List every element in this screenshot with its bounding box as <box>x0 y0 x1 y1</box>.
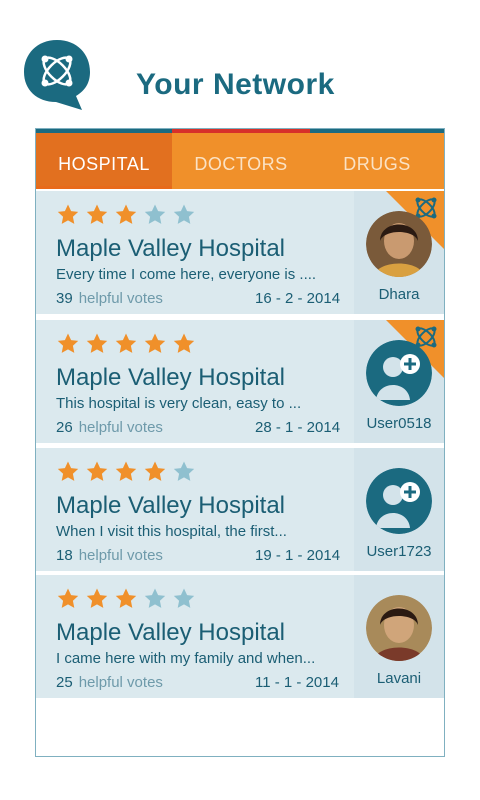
avatar-placeholder-icon[interactable] <box>366 468 432 534</box>
review-snippet: This hospital is very clean, easy to ... <box>56 395 302 412</box>
avatar[interactable] <box>366 211 432 277</box>
votes-label: helpful votes <box>78 290 163 307</box>
page-title: Your Network <box>136 68 335 101</box>
star-filled-icon <box>86 461 108 481</box>
tab-hospital[interactable]: HOSPITAL <box>36 133 172 189</box>
star-filled-icon <box>144 333 166 353</box>
star-empty-icon <box>173 461 195 481</box>
reviews-panel: HOSPITAL DOCTORS DRUGS Maple Valley Hosp… <box>35 128 445 757</box>
tab-doctors[interactable]: DOCTORS <box>172 133 310 189</box>
vote-count: 39 <box>56 290 73 307</box>
review-date: 11 - 1 - 2014 <box>255 674 339 691</box>
star-empty-icon <box>144 588 166 608</box>
votes-label: helpful votes <box>78 547 163 564</box>
hospital-name: Maple Valley Hospital <box>56 619 285 646</box>
rating-stars <box>56 203 201 227</box>
tab-bar: HOSPITAL DOCTORS DRUGS <box>36 129 444 189</box>
network-chat-icon <box>24 40 90 110</box>
hospital-name: Maple Valley Hospital <box>56 364 285 391</box>
votes-label: helpful votes <box>78 674 163 691</box>
helpful-votes: 39 helpful votes <box>56 290 163 307</box>
rating-stars <box>56 332 201 356</box>
vote-count: 26 <box>56 419 73 436</box>
votes-label: helpful votes <box>78 419 163 436</box>
reviewer-name[interactable]: User0518 <box>354 415 444 432</box>
star-filled-icon <box>115 588 137 608</box>
reviewer-panel[interactable]: User1723 <box>354 448 444 571</box>
star-filled-icon <box>115 204 137 224</box>
review-snippet: When I visit this hospital, the first... <box>56 523 287 540</box>
review-card[interactable]: Maple Valley Hospital I came here with m… <box>36 575 444 698</box>
vote-count: 25 <box>56 674 73 691</box>
avatar-placeholder-icon[interactable] <box>366 340 432 406</box>
helpful-votes: 26 helpful votes <box>56 419 163 436</box>
hospital-name: Maple Valley Hospital <box>56 235 285 262</box>
reviewer-name[interactable]: Lavani <box>354 670 444 687</box>
helpful-votes: 18 helpful votes <box>56 547 163 564</box>
reviewer-panel[interactable]: Dhara <box>354 191 444 314</box>
reviewer-panel[interactable]: Lavani <box>354 575 444 698</box>
reviewer-panel[interactable]: User0518 <box>354 320 444 443</box>
star-filled-icon <box>57 461 79 481</box>
avatar[interactable] <box>366 595 432 661</box>
star-empty-icon <box>173 588 195 608</box>
review-snippet: Every time I come here, everyone is .... <box>56 266 317 283</box>
review-snippet: I came here with my family and when... <box>56 650 316 667</box>
review-date: 28 - 1 - 2014 <box>255 419 341 436</box>
helpful-votes: 25 helpful votes <box>56 674 163 691</box>
star-filled-icon <box>57 333 79 353</box>
star-filled-icon <box>115 461 137 481</box>
review-date: 16 - 2 - 2014 <box>255 290 341 307</box>
review-card[interactable]: Maple Valley Hospital When I visit this … <box>36 448 444 571</box>
reviewer-name[interactable]: Dhara <box>354 286 444 303</box>
review-card[interactable]: Maple Valley Hospital Every time I come … <box>36 191 444 314</box>
rating-stars <box>56 587 201 611</box>
review-date: 19 - 1 - 2014 <box>255 547 341 564</box>
star-empty-icon <box>173 204 195 224</box>
star-filled-icon <box>57 204 79 224</box>
tab-drugs[interactable]: DRUGS <box>310 133 444 189</box>
star-filled-icon <box>86 333 108 353</box>
rating-stars <box>56 460 201 484</box>
star-filled-icon <box>173 333 195 353</box>
hospital-name: Maple Valley Hospital <box>56 492 285 519</box>
reviewer-name[interactable]: User1723 <box>354 543 444 560</box>
star-filled-icon <box>57 588 79 608</box>
star-filled-icon <box>115 333 137 353</box>
star-filled-icon <box>86 204 108 224</box>
star-empty-icon <box>144 204 166 224</box>
star-filled-icon <box>86 588 108 608</box>
star-filled-icon <box>144 461 166 481</box>
vote-count: 18 <box>56 547 73 564</box>
review-card[interactable]: Maple Valley Hospital This hospital is v… <box>36 320 444 443</box>
